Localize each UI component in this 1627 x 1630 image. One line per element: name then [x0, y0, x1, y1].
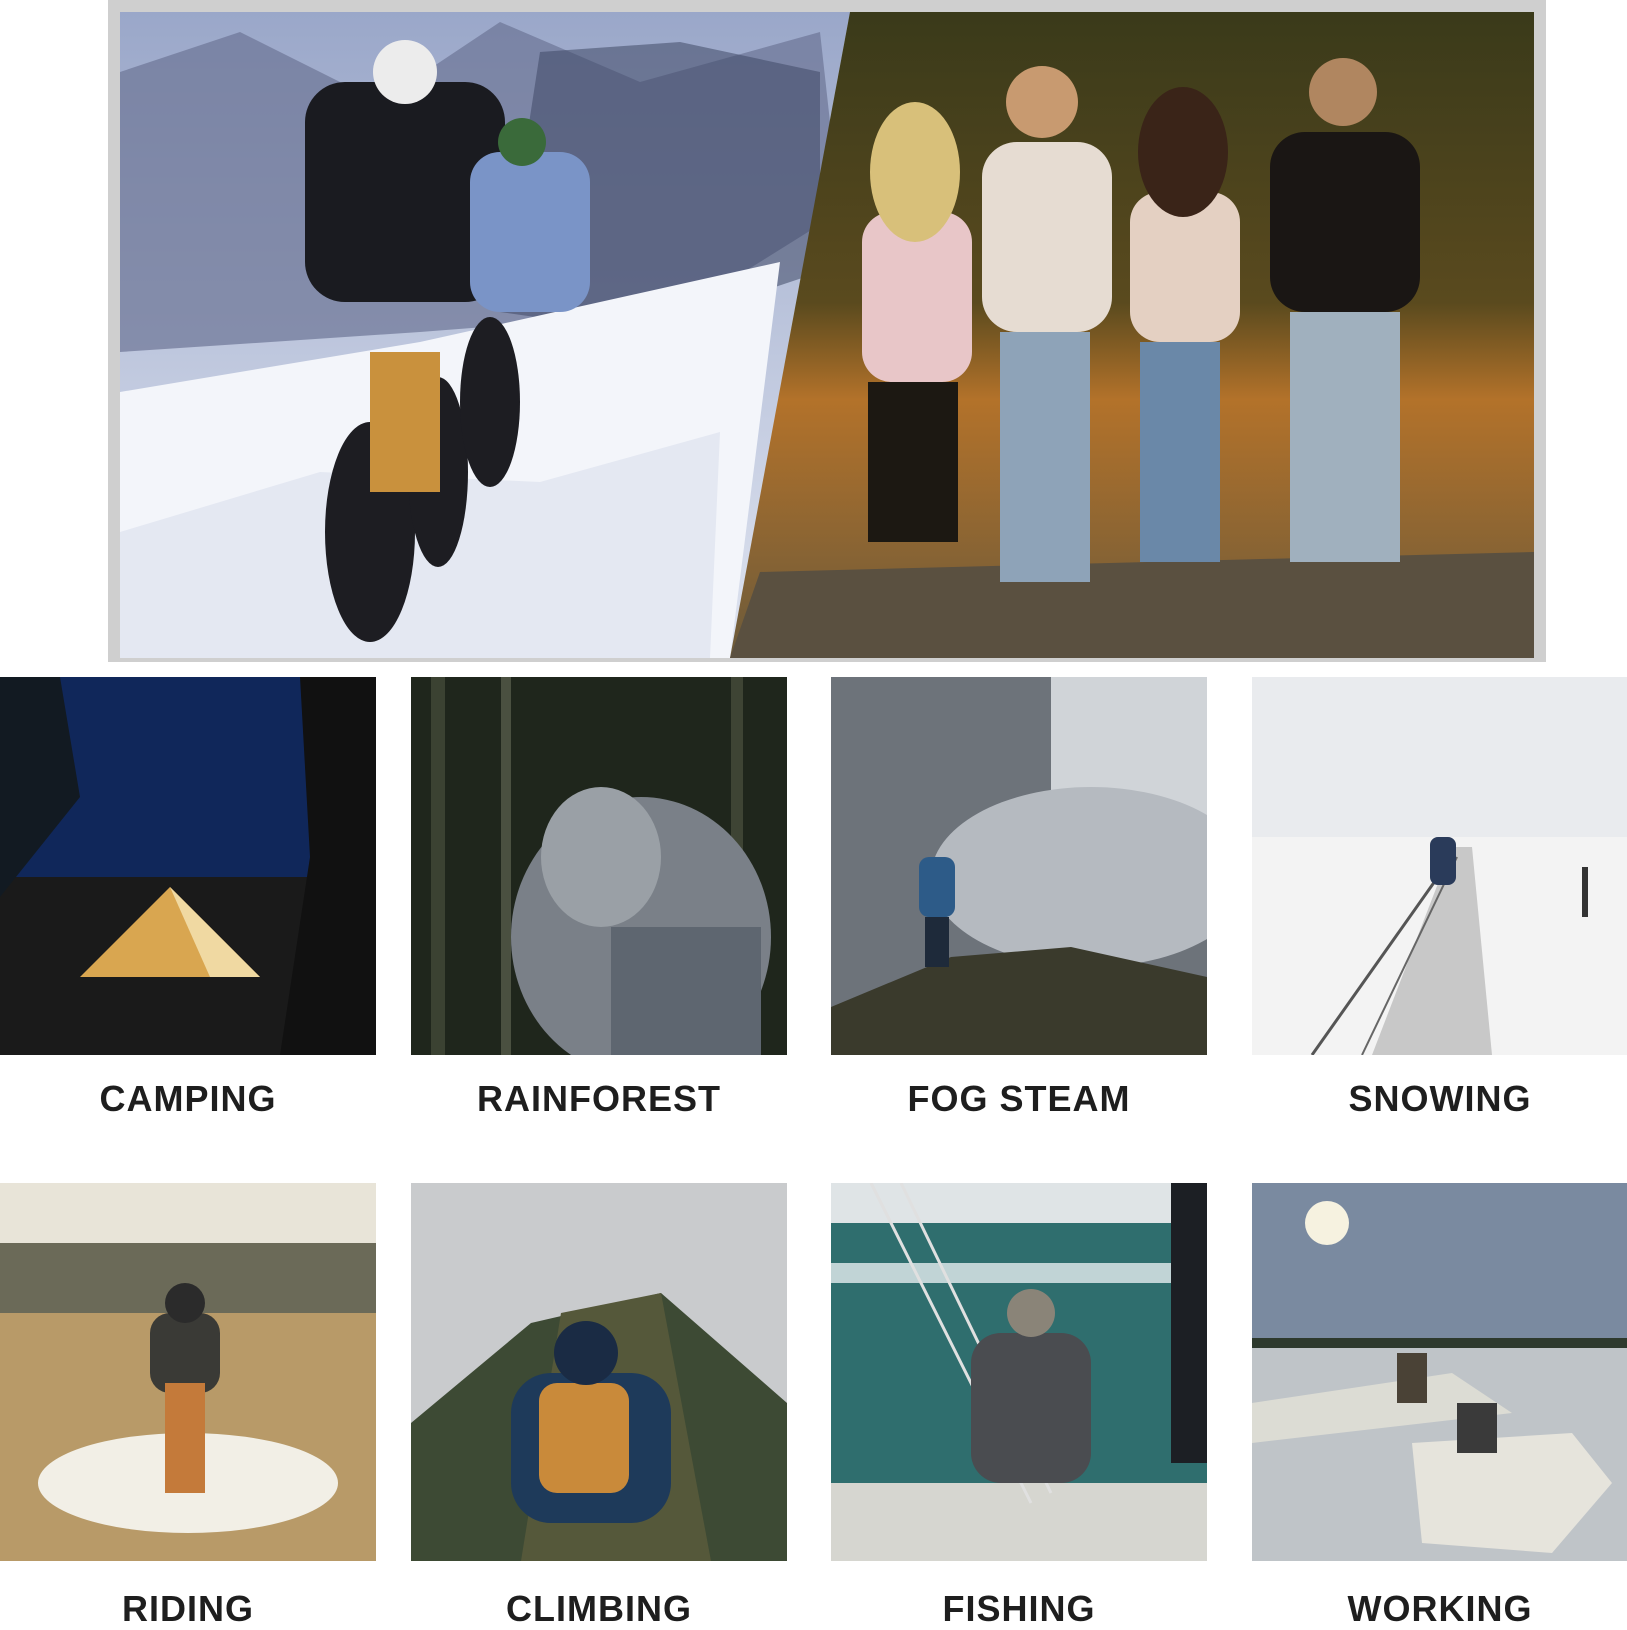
snow-biking-scene	[120, 12, 850, 658]
activity-photo-riding	[0, 1183, 376, 1561]
activity-label-snowing: SNOWING	[1348, 1078, 1532, 1119]
autumn-walk-scene	[730, 12, 1534, 658]
activity-photo-working	[1252, 1183, 1627, 1561]
activity-photo-rainforest	[411, 677, 787, 1055]
activity-label-climbing: CLIMBING	[506, 1588, 692, 1629]
activity-photo-climbing	[411, 1183, 787, 1561]
hero-banner	[108, 0, 1546, 662]
activity-label-fog-steam: FOG STEAM	[907, 1078, 1131, 1119]
activity-label-camping: CAMPING	[99, 1078, 277, 1119]
walker-1	[862, 102, 972, 542]
activity-photo-snowing	[1252, 677, 1627, 1055]
activity-photo-camping	[0, 677, 376, 1055]
hero-photo	[120, 12, 1534, 658]
activity-label-working: WORKING	[1347, 1588, 1533, 1629]
activity-label-riding: RIDING	[122, 1588, 254, 1629]
activity-label-rainforest: RAINFOREST	[477, 1078, 721, 1119]
activity-label-fishing: FISHING	[942, 1588, 1096, 1629]
activity-photo-fishing	[831, 1183, 1207, 1561]
activity-photo-fog-steam	[831, 677, 1207, 1055]
